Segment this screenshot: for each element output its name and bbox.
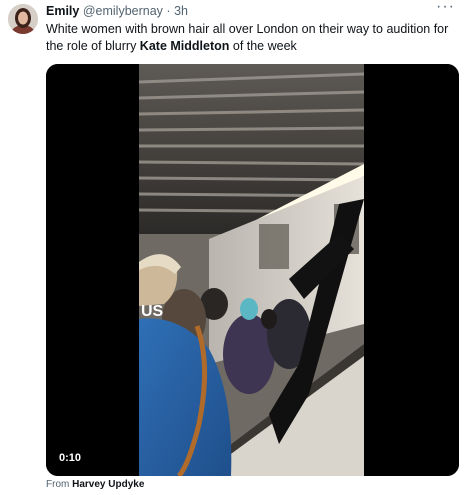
author-handle[interactable]: @emilybernay: [83, 4, 163, 18]
tweet-text: White women with brown hair all over Lon…: [46, 21, 456, 55]
tweet-text-bold: Kate Middleton: [139, 39, 230, 53]
video-duration-badge: 0:10: [54, 449, 87, 467]
author-name[interactable]: Emily: [46, 4, 79, 18]
video-frame: US: [46, 64, 459, 476]
tweet-card[interactable]: Emily @emilybernay · 3h ··· White women …: [0, 0, 465, 495]
video-player[interactable]: US 0:10: [46, 64, 459, 476]
media-attribution: From Harvey Updyke: [46, 479, 144, 490]
attribution-prefix: From: [46, 479, 70, 490]
separator-dot: ·: [166, 4, 171, 18]
avatar[interactable]: [8, 4, 38, 34]
timestamp[interactable]: 3h: [174, 4, 188, 18]
more-options-icon[interactable]: ···: [436, 0, 455, 15]
tweet-header: Emily @emilybernay · 3h: [46, 4, 188, 19]
jersey-text: US: [141, 303, 164, 320]
tweet-text-part: of the week: [229, 39, 297, 53]
attribution-source-link[interactable]: Harvey Updyke: [72, 479, 144, 490]
